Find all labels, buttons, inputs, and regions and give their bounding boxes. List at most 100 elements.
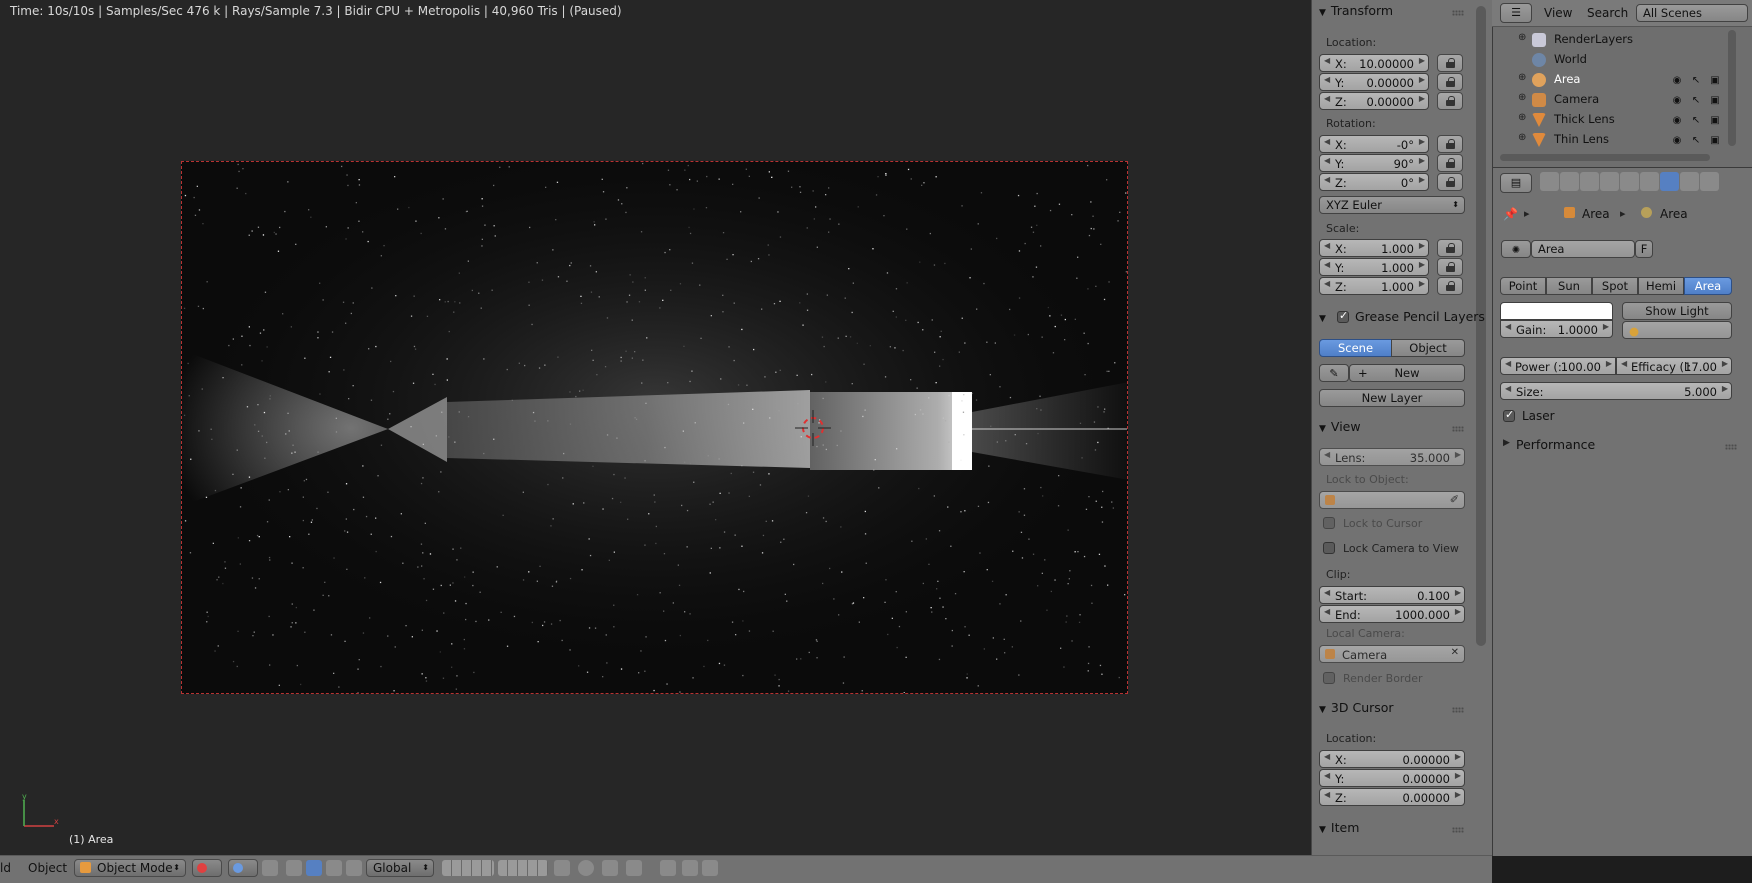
lock-layers-icon[interactable] <box>554 860 570 876</box>
performance-panel-header[interactable]: Performance <box>1516 437 1595 452</box>
outliner-view-menu[interactable]: View <box>1544 4 1572 23</box>
select-arrow-icon[interactable]: ↖ <box>1690 75 1702 87</box>
clip-end-field[interactable]: ◀End:1000.000▶ <box>1319 605 1465 623</box>
rotation-mode-dropdown[interactable]: XYZ Euler⬍ <box>1319 196 1465 214</box>
lamp-datablock-name[interactable]: Area <box>1531 240 1635 258</box>
expand-icon[interactable]: ⊕ <box>1518 112 1526 123</box>
translate-icon[interactable] <box>306 860 322 876</box>
layers-row-2-icon[interactable] <box>498 860 548 876</box>
location-x-field[interactable]: ◀X:10.00000▶ <box>1319 54 1429 72</box>
lock-scale-y-icon[interactable] <box>1437 258 1463 276</box>
lamp-datablock-browse[interactable]: ✺ <box>1501 240 1531 258</box>
clapper-icon[interactable] <box>702 860 718 876</box>
gp-object-tab[interactable]: Object <box>1391 339 1465 357</box>
camera-render-frame[interactable] <box>181 161 1128 694</box>
lamp-type-point[interactable]: Point <box>1500 277 1546 295</box>
lock-object-field[interactable]: ✐ <box>1319 491 1465 509</box>
show-light-groups-button[interactable]: Show Light Groups <box>1622 302 1732 320</box>
location-z-field[interactable]: ◀Z:0.00000▶ <box>1319 92 1429 110</box>
tab-physics-icon[interactable] <box>1700 172 1719 191</box>
clip-start-field[interactable]: ◀Start:0.100▶ <box>1319 586 1465 604</box>
lock-location-z-icon[interactable] <box>1437 92 1463 110</box>
lamp-color-swatch[interactable] <box>1500 302 1613 320</box>
lock-location-y-icon[interactable] <box>1437 73 1463 91</box>
lens-field[interactable]: ◀Lens:35.000▶ <box>1319 448 1465 466</box>
lock-rotation-z-icon[interactable] <box>1437 173 1463 191</box>
3d-viewport[interactable]: Time: 10s/10s | Samples/Sec 476 k | Rays… <box>0 0 1311 855</box>
viewport-shading-selector[interactable] <box>192 859 222 877</box>
orientation-selector[interactable]: Global ⬍ <box>366 859 434 877</box>
expand-triangle-icon[interactable]: ▶ <box>1503 438 1510 448</box>
scale-z-field[interactable]: ◀Z:1.000▶ <box>1319 277 1429 295</box>
scale-icon[interactable] <box>346 860 362 876</box>
fake-user-button[interactable]: F <box>1635 240 1653 258</box>
lamp-type-area[interactable]: Area <box>1684 277 1732 295</box>
snap-icon[interactable] <box>262 860 278 876</box>
location-y-field[interactable]: ◀Y:0.00000▶ <box>1319 73 1429 91</box>
power-field[interactable]: ◀Power (:100.00▶ <box>1500 357 1616 375</box>
render-animation-icon[interactable] <box>682 860 698 876</box>
cursor-x-field[interactable]: ◀X:0.00000▶ <box>1319 750 1465 768</box>
rotation-x-field[interactable]: ◀X:-0°▶ <box>1319 135 1429 153</box>
expand-icon[interactable]: ⊕ <box>1518 72 1526 83</box>
snap-target-icon[interactable] <box>626 860 642 876</box>
rotation-z-field[interactable]: ◀Z:0°▶ <box>1319 173 1429 191</box>
display-mode-dropdown[interactable]: All Scenes <box>1636 4 1748 22</box>
lock-location-x-icon[interactable] <box>1437 54 1463 72</box>
rotation-y-field[interactable]: ◀Y:90°▶ <box>1319 154 1429 172</box>
object-menu[interactable]: Object <box>28 859 67 878</box>
select-arrow-icon[interactable]: ↖ <box>1690 115 1702 127</box>
editor-type-selector[interactable]: ☰ <box>1500 3 1532 23</box>
tab-object-icon[interactable] <box>1620 172 1639 191</box>
gp-new-button[interactable]: +New <box>1349 364 1465 382</box>
lock-camera-checkbox[interactable] <box>1323 542 1335 554</box>
item-panel-header[interactable]: ▼Item <box>1319 820 1359 836</box>
lamp-type-sun[interactable]: Sun <box>1546 277 1592 295</box>
manipulator-icon[interactable] <box>286 860 302 876</box>
cursor-y-field[interactable]: ◀Y:0.00000▶ <box>1319 769 1465 787</box>
lock-scale-x-icon[interactable] <box>1437 239 1463 257</box>
tab-render-icon[interactable] <box>1540 172 1559 191</box>
laser-checkbox[interactable] <box>1503 410 1515 422</box>
render-camera-icon[interactable]: ▣ <box>1709 135 1721 147</box>
gp-pencil-selector[interactable]: ✎ <box>1319 364 1349 382</box>
lamp-type-hemi[interactable]: Hemi <box>1638 277 1684 295</box>
render-opengl-icon[interactable] <box>660 860 676 876</box>
sidebar-scrollbar[interactable] <box>1476 6 1486 646</box>
proportional-edit-icon[interactable] <box>578 860 594 876</box>
clear-x-icon[interactable]: ✕ <box>1451 647 1459 658</box>
view-panel-header[interactable]: ▼View <box>1319 419 1361 435</box>
outliner-row-world[interactable]: World <box>1492 50 1732 70</box>
outliner-scrollbar[interactable] <box>1728 30 1736 146</box>
tab-world-icon[interactable] <box>1600 172 1619 191</box>
outliner-row-renderlayers[interactable]: ⊕ RenderLayers <box>1492 30 1732 50</box>
lamp-type-spot[interactable]: Spot <box>1592 277 1638 295</box>
lock-rotation-y-icon[interactable] <box>1437 154 1463 172</box>
drag-grip-icon[interactable] <box>1452 827 1464 833</box>
scale-x-field[interactable]: ◀X:1.000▶ <box>1319 239 1429 257</box>
eye-icon[interactable]: ◉ <box>1671 75 1683 87</box>
select-arrow-icon[interactable]: ↖ <box>1690 95 1702 107</box>
rotate-icon[interactable] <box>326 860 342 876</box>
gain-field[interactable]: ◀Gain:1.0000▶ <box>1500 320 1613 338</box>
render-border-checkbox[interactable] <box>1323 672 1335 684</box>
grease-pencil-enable-checkbox[interactable] <box>1337 311 1349 323</box>
pin-icon[interactable]: 📌 <box>1503 207 1518 221</box>
magnet-icon[interactable] <box>602 860 618 876</box>
drag-grip-icon[interactable] <box>1452 426 1464 432</box>
props-editor-type-selector[interactable]: ▤ <box>1500 173 1532 193</box>
render-camera-icon[interactable]: ▣ <box>1709 75 1721 87</box>
transform-panel-header[interactable]: ▼Transform <box>1319 3 1393 19</box>
tab-scene-icon[interactable] <box>1580 172 1599 191</box>
eye-icon[interactable]: ◉ <box>1671 95 1683 107</box>
lock-scale-z-icon[interactable] <box>1437 277 1463 295</box>
render-camera-icon[interactable]: ▣ <box>1709 95 1721 107</box>
gp-scene-tab[interactable]: Scene <box>1319 339 1392 357</box>
efficacy-field[interactable]: ◀Efficacy (l:17.00▶ <box>1616 357 1732 375</box>
expand-icon[interactable]: ⊕ <box>1518 32 1526 43</box>
outliner-hscrollbar[interactable] <box>1500 154 1710 161</box>
pivot-selector[interactable] <box>228 859 258 877</box>
mode-selector[interactable]: Object Mode ⬍ <box>74 859 186 877</box>
drag-grip-icon[interactable] <box>1452 707 1464 713</box>
tab-texture-icon[interactable] <box>1680 172 1699 191</box>
